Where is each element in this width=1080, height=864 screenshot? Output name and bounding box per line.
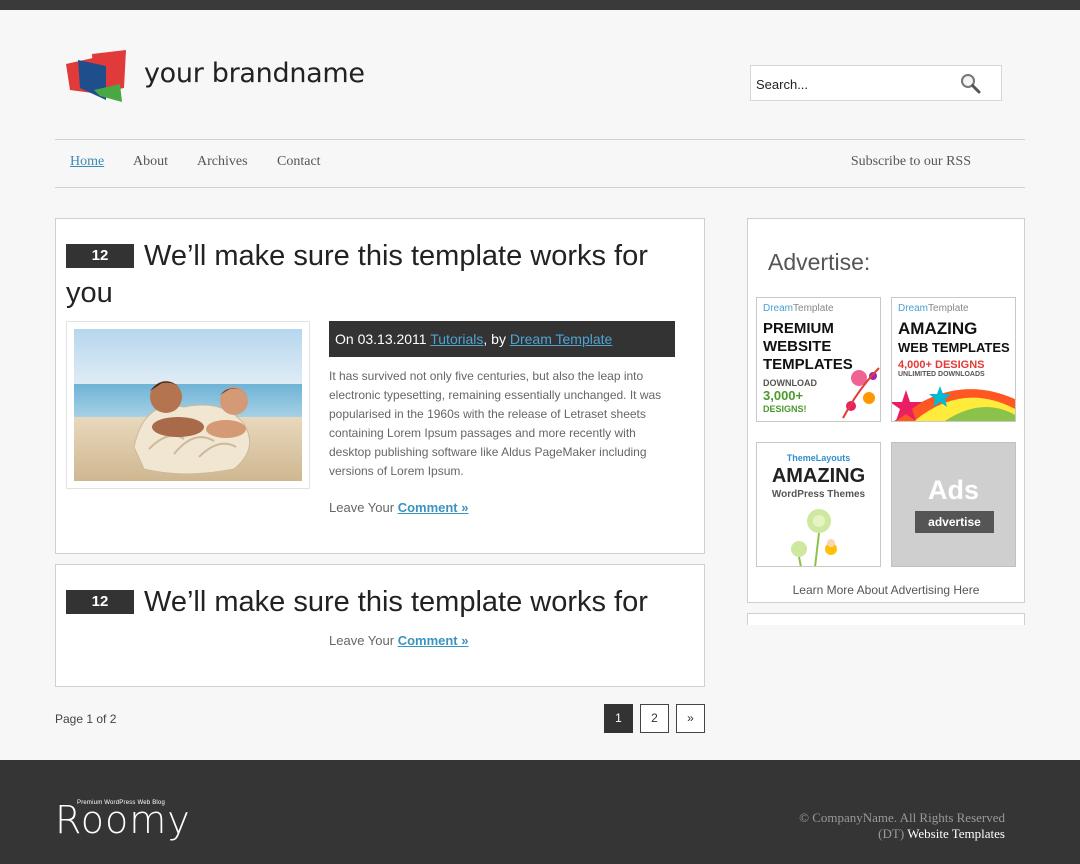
ad-line: PREMIUM <box>763 320 834 337</box>
stars-decoration-icon <box>892 386 1015 421</box>
post-title[interactable]: We’ll make sure this template works for <box>66 584 686 621</box>
copyright-text: © CompanyName. All Rights Reserved <box>799 810 1005 825</box>
ad-sub: UNLIMITED DOWNLOADS <box>898 371 985 378</box>
comment-prefix: Leave Your <box>329 633 398 648</box>
brand-name[interactable]: your brandname <box>144 58 365 89</box>
copyright: © CompanyName. All Rights Reserved (DT) … <box>799 810 1005 842</box>
comment-line: Leave Your Comment » <box>329 500 468 515</box>
rss-subscribe-link[interactable]: Subscribe to our RSS <box>851 154 971 170</box>
ad-placeholder[interactable]: Ads advertise <box>891 442 1016 567</box>
page-button-1[interactable]: 1 <box>604 704 633 733</box>
ad-brand: DreamTemplate <box>763 303 834 314</box>
dt-prefix: (DT) <box>878 826 908 841</box>
comment-line: Leave Your Comment » <box>329 633 468 648</box>
brand-logo-icon[interactable] <box>66 50 128 104</box>
main-nav: Home About Archives Contact Subscribe to… <box>55 139 1025 188</box>
post-title[interactable]: We’ll make sure this template works for … <box>66 238 686 312</box>
ad-brand: DreamTemplate <box>898 303 969 314</box>
footer: Roomy Premium WordPress Web Blog © Compa… <box>0 760 1080 864</box>
post-date-text: On 03.13.2011 <box>335 331 431 347</box>
nav-item-archives[interactable]: Archives <box>197 154 248 170</box>
search-icon[interactable] <box>959 72 983 96</box>
website-templates-link[interactable]: Website Templates <box>907 826 1005 841</box>
author-link[interactable]: Dream Template <box>510 331 612 347</box>
comment-link[interactable]: Comment » <box>398 633 469 648</box>
ad-sub: DESIGNS! <box>763 404 807 414</box>
nav-item-about[interactable]: About <box>133 154 168 170</box>
ad-line: WordPress Themes <box>771 489 866 500</box>
next-page-button[interactable]: » <box>676 704 705 733</box>
ad-banner-amazing-templates[interactable]: DreamTemplate AMAZING WEB TEMPLATES 4,00… <box>891 297 1016 422</box>
category-link[interactable]: Tutorials <box>430 331 483 347</box>
ad-line: AMAZING <box>898 319 978 338</box>
post-card: 12 We’ll make sure this template works f… <box>55 564 705 687</box>
dt-credit: (DT) Website Templates <box>799 826 1005 842</box>
ad-placeholder-label: Ads <box>927 475 979 505</box>
nav-item-contact[interactable]: Contact <box>277 154 321 170</box>
advertise-button[interactable]: advertise <box>915 511 994 533</box>
page-info: Page 1 of 2 <box>55 712 117 726</box>
ad-line: AMAZING <box>771 465 866 487</box>
sidebar-widget-partial <box>747 613 1025 625</box>
comment-prefix: Leave Your <box>329 500 398 515</box>
advertise-widget: Advertise: DreamTemplate PREMIUM WEBSITE… <box>747 218 1025 603</box>
ad-line: WEBSITE <box>763 338 832 355</box>
dandelion-decoration-icon <box>791 509 837 566</box>
post-card: 12 We’ll make sure this template works f… <box>55 218 705 554</box>
post-meta: On 03.13.2011 Tutorials, by Dream Templa… <box>329 321 675 357</box>
search-box <box>750 65 1002 101</box>
ad-line: WEB TEMPLATES <box>898 340 1010 355</box>
widget-title: Advertise: <box>768 249 871 275</box>
post-thumbnail[interactable] <box>66 321 310 489</box>
search-input[interactable] <box>756 74 956 94</box>
page-button-2[interactable]: 2 <box>640 704 669 733</box>
by-text: , by <box>483 331 510 347</box>
floral-decoration-icon <box>842 367 880 419</box>
learn-more-link[interactable]: Learn More About Advertising Here <box>748 583 1024 597</box>
nav-item-home[interactable]: Home <box>70 154 104 170</box>
ad-sub: DOWNLOAD <box>763 378 817 388</box>
ad-banner-premium-templates[interactable]: DreamTemplate PREMIUM WEBSITE TEMPLATES … <box>756 297 881 422</box>
post-excerpt: It has survived not only five centuries,… <box>329 369 662 478</box>
top-bar <box>0 0 1080 10</box>
comment-link[interactable]: Comment » <box>398 500 469 515</box>
ad-brand: ThemeLayouts <box>786 453 851 463</box>
ad-banner-wordpress-themes[interactable]: ThemeLayouts AMAZING WordPress Themes <box>756 442 881 567</box>
footer-tagline: Premium WordPress Web Blog <box>77 800 166 806</box>
ad-sub: 3,000+ <box>763 388 804 403</box>
